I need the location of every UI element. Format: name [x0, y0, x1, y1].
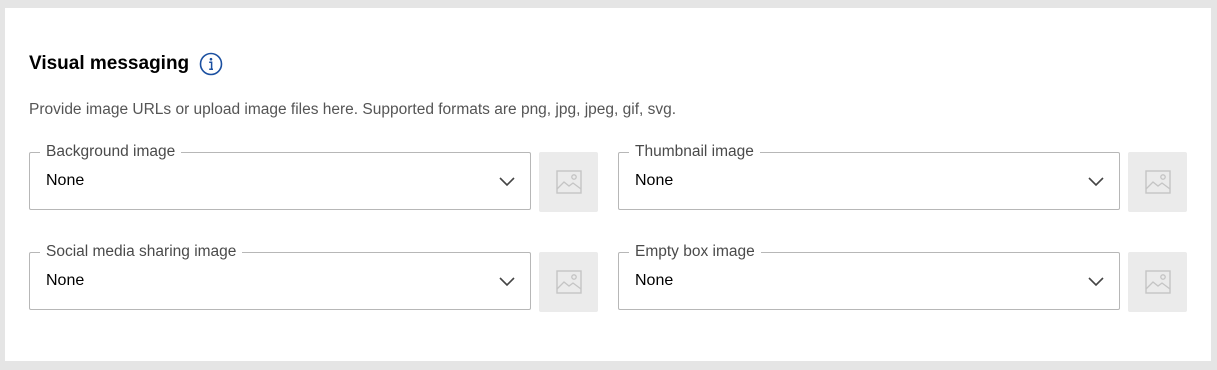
section-title: Visual messaging	[29, 53, 190, 74]
section-header: Visual messaging	[29, 51, 223, 77]
thumbnail-image-select[interactable]: Thumbnail image None	[618, 142, 1120, 210]
image-placeholder-icon	[555, 270, 582, 294]
empty-box-image-preview	[1128, 252, 1187, 312]
thumbnail-image-label: Thumbnail image	[629, 142, 760, 162]
empty-box-image-label: Empty box image	[629, 242, 761, 262]
chevron-down-icon	[1088, 177, 1104, 187]
social-media-sharing-image-select[interactable]: Social media sharing image None	[29, 242, 531, 310]
image-placeholder-icon	[555, 170, 582, 194]
thumbnail-image-preview	[1128, 152, 1187, 212]
social-media-sharing-image-value: None	[46, 272, 85, 289]
social-media-sharing-image-preview	[539, 252, 598, 312]
image-placeholder-icon	[1144, 170, 1171, 194]
background-image-select[interactable]: Background image None	[29, 142, 531, 210]
empty-box-image-value: None	[635, 272, 674, 289]
background-image-preview	[539, 152, 598, 212]
chevron-down-icon	[499, 177, 515, 187]
chevron-down-icon	[1088, 277, 1104, 287]
background-image-label: Background image	[40, 142, 182, 162]
chevron-down-icon	[499, 277, 515, 287]
thumbnail-image-value: None	[635, 172, 674, 189]
empty-box-image-select[interactable]: Empty box image None	[618, 242, 1120, 310]
visual-messaging-card: Visual messaging Provide image URLs or u…	[5, 8, 1211, 361]
section-description: Provide image URLs or upload image files…	[29, 101, 677, 118]
background-image-value: None	[46, 172, 85, 189]
info-icon[interactable]	[199, 52, 223, 76]
image-placeholder-icon	[1144, 270, 1171, 294]
social-media-sharing-image-label: Social media sharing image	[40, 242, 243, 262]
